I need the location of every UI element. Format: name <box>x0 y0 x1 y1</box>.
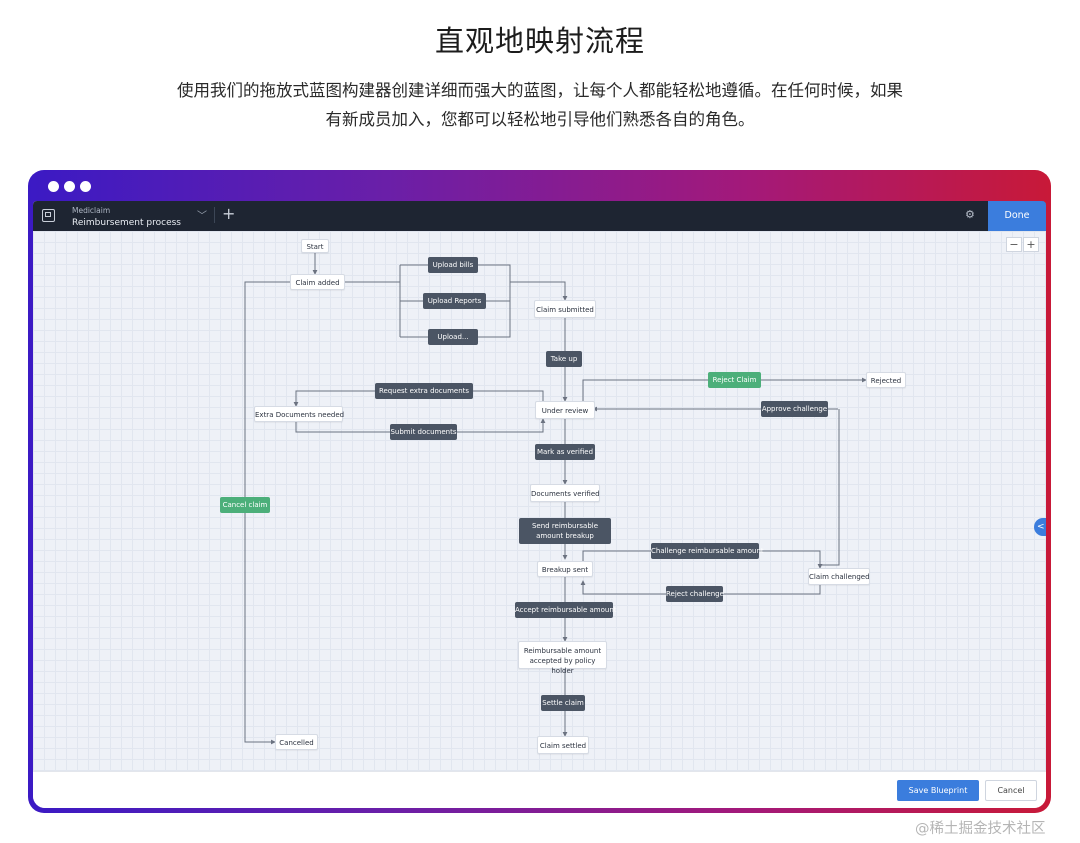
transition-challenge-reimbursable-amount[interactable]: Challenge reimbursable amount <box>651 543 764 559</box>
add-icon[interactable]: + <box>222 204 235 224</box>
transition-accept-reimbursable-amount[interactable]: Accept reimbursable amount <box>515 602 617 618</box>
transition-upload-bills[interactable]: Upload bills <box>428 257 478 273</box>
divider <box>214 207 215 223</box>
transition-reject-challenge[interactable]: Reject challenge <box>666 586 724 602</box>
zoom-in-button[interactable]: + <box>1023 237 1039 252</box>
watermark: @稀土掘金技术社区 <box>915 821 1046 837</box>
state-documents-verified[interactable]: Documents verified <box>530 484 600 502</box>
state-extra-documents-needed[interactable]: Extra Documents needed <box>254 406 344 422</box>
transition-approve-challenge[interactable]: Approve challenge <box>761 401 828 417</box>
state-rejected[interactable]: Rejected <box>866 372 906 388</box>
transition-mark-as-verified[interactable]: Mark as verified <box>535 444 595 460</box>
transition-take-up[interactable]: Take up <box>546 351 582 367</box>
app-topbar: Mediclaim Reimbursement process ﹀ + ⚙ Do… <box>33 201 1046 231</box>
transition-reject-claim[interactable]: Reject Claim <box>708 372 761 388</box>
done-button[interactable]: Done <box>988 201 1046 231</box>
state-reimbursable-amount-accepted[interactable]: Reimbursable amount accepted by policy h… <box>518 641 607 675</box>
state-claim-submitted[interactable]: Claim submitted <box>534 300 596 318</box>
state-breakup-sent[interactable]: Breakup sent <box>537 561 593 577</box>
chevron-down-icon[interactable]: ﹀ <box>197 207 207 222</box>
transition-send-reimbursable-breakup[interactable]: Send reimbursable amount breakup <box>519 518 611 544</box>
state-start[interactable]: Start <box>301 239 329 253</box>
browser-window: Mediclaim Reimbursement process ﹀ + ⚙ Do… <box>28 170 1051 813</box>
collapse-panel-icon[interactable]: < <box>1034 518 1046 536</box>
transition-upload-other[interactable]: Upload... <box>428 329 478 345</box>
page-description: 使用我们的拖放式蓝图构建器创建详细而强大的蓝图，让每个人都能轻松地遵循。在任何时… <box>130 76 950 134</box>
blueprint-canvas[interactable]: − + < Start Claim added Claim submitted … <box>33 231 1046 771</box>
transition-settle-claim[interactable]: Settle claim <box>541 695 585 711</box>
state-claim-added[interactable]: Claim added <box>290 274 345 290</box>
zoom-out-button[interactable]: − <box>1006 237 1022 252</box>
description-line-2: 有新成员加入，您都可以轻松地引导他们熟悉各自的角色。 <box>325 110 755 129</box>
blueprint-icon[interactable] <box>42 209 55 222</box>
cancel-button[interactable]: Cancel <box>985 780 1037 801</box>
description-line-1: 使用我们的拖放式蓝图构建器创建详细而强大的蓝图，让每个人都能轻松地遵循。在任何时… <box>177 81 903 100</box>
process-name: Reimbursement process <box>72 218 181 228</box>
page-title: 直观地映射流程 <box>434 24 645 58</box>
transition-upload-reports[interactable]: Upload Reports <box>423 293 486 309</box>
transition-request-extra-documents[interactable]: Request extra documents <box>375 383 473 399</box>
transition-submit-documents[interactable]: Submit documents <box>390 424 457 440</box>
window-dot-icon <box>64 181 75 192</box>
app-footer: Save Blueprint Cancel <box>33 771 1046 808</box>
state-cancelled[interactable]: Cancelled <box>275 734 318 750</box>
state-under-review[interactable]: Under review <box>535 401 595 419</box>
window-dot-icon <box>48 181 59 192</box>
state-claim-settled[interactable]: Claim settled <box>537 736 589 754</box>
blueprint-app: Mediclaim Reimbursement process ﹀ + ⚙ Do… <box>33 201 1046 808</box>
save-blueprint-button[interactable]: Save Blueprint <box>897 780 979 801</box>
module-name: Mediclaim <box>72 206 111 215</box>
state-claim-challenged[interactable]: Claim challenged <box>808 568 870 585</box>
transition-cancel-claim[interactable]: Cancel claim <box>220 497 270 513</box>
gear-icon[interactable]: ⚙ <box>965 208 975 221</box>
window-dot-icon <box>80 181 91 192</box>
